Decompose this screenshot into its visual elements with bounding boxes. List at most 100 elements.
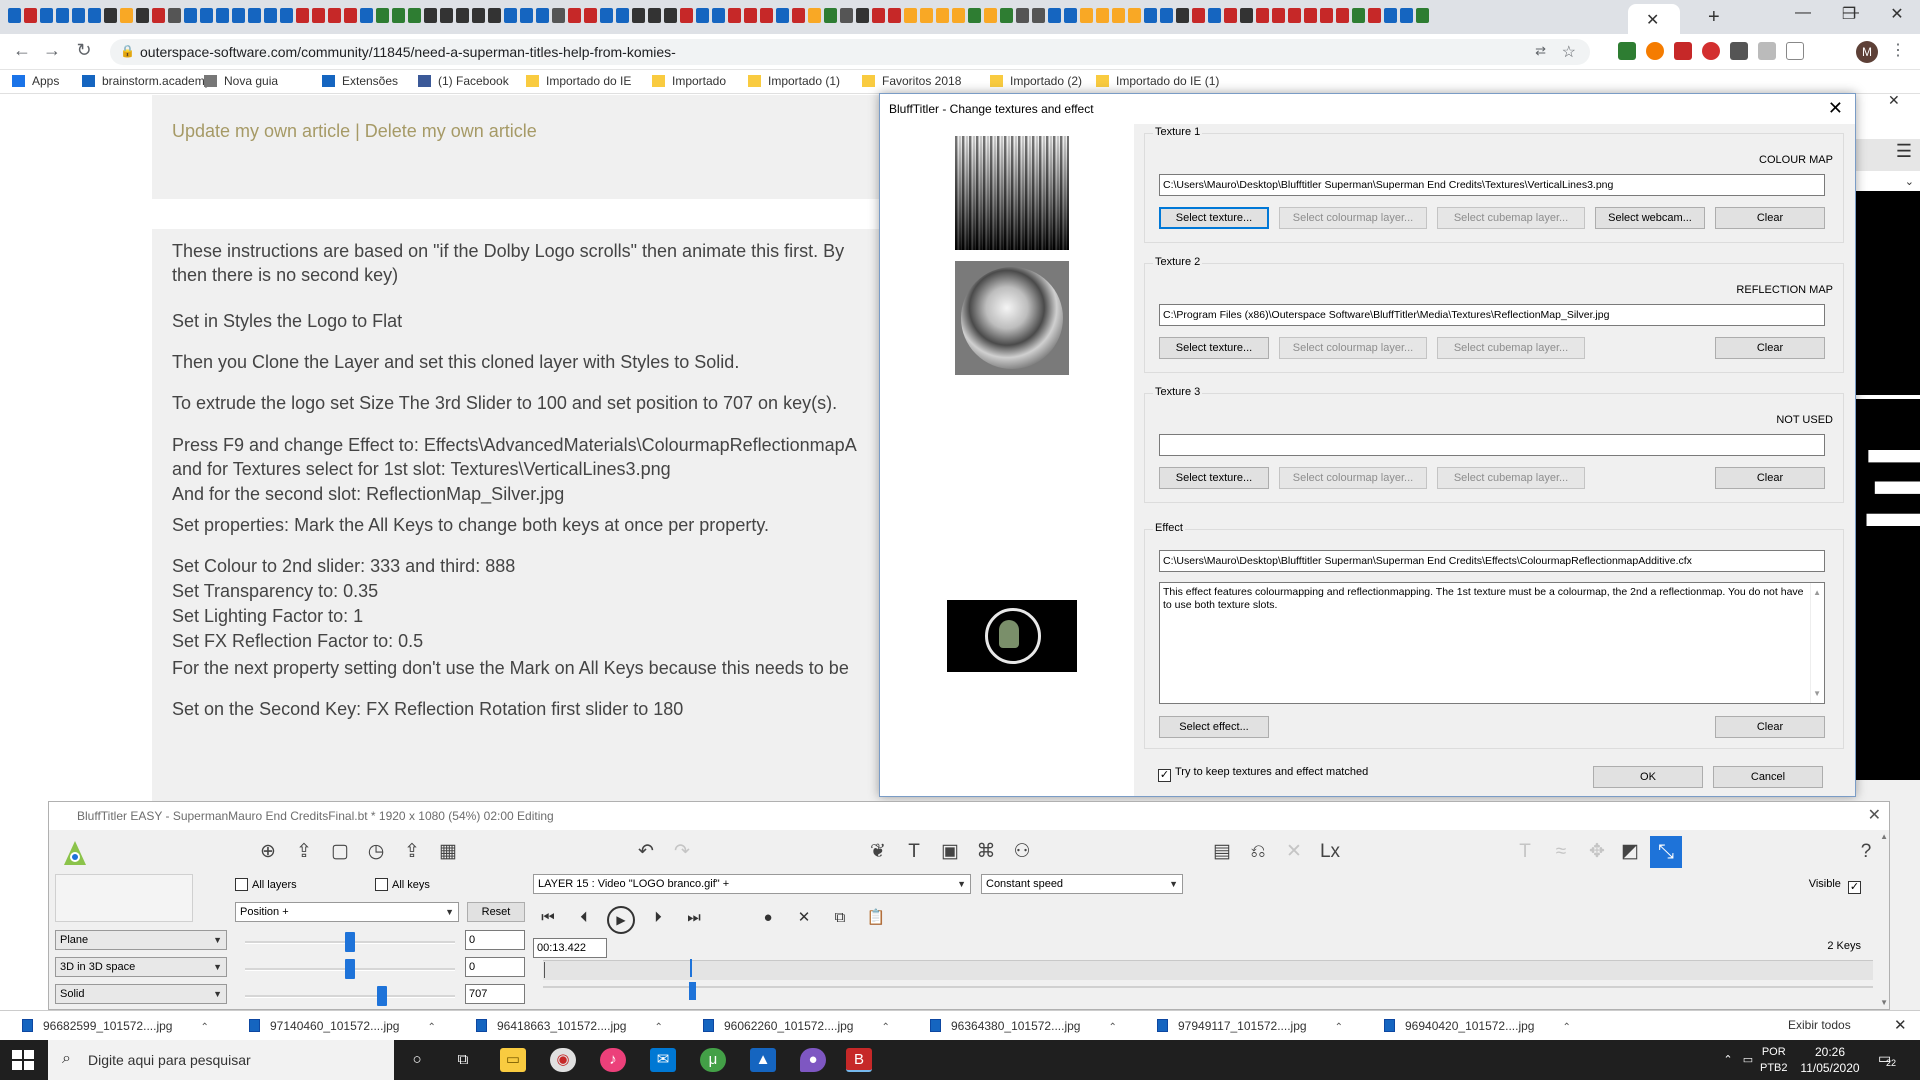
open-file-icon[interactable]: ⇪ <box>291 840 317 864</box>
pinned-tab-favicon-icon[interactable] <box>152 8 165 23</box>
tray-chevron-icon[interactable]: ⌃ <box>1718 1048 1738 1072</box>
blufftitler-close-button[interactable]: ✕ <box>1868 805 1881 825</box>
pinned-tab-favicon-icon[interactable] <box>376 8 389 23</box>
texture2-path-field[interactable]: C:\Program Files (x86)\Outerspace Softwa… <box>1159 304 1825 326</box>
pinned-tab-favicon-icon[interactable] <box>1032 8 1045 23</box>
pinned-tab-favicon-icon[interactable] <box>840 8 853 23</box>
torrent-icon[interactable]: μ <box>700 1048 726 1072</box>
move-dim-icon[interactable]: ✥ <box>1584 840 1610 864</box>
cortana-icon[interactable]: ○ <box>404 1048 430 1072</box>
bookmark-item[interactable]: Extensões <box>322 74 398 88</box>
extension-circle-icon[interactable] <box>1646 42 1664 60</box>
bookmark-item[interactable]: Apps <box>12 74 59 88</box>
pinned-tab-favicon-icon[interactable] <box>808 8 821 23</box>
pinned-tab-favicon-icon[interactable] <box>632 8 645 23</box>
speed-select[interactable]: Constant speed ▼ <box>981 874 1183 894</box>
pinned-tab-favicon-icon[interactable] <box>1240 8 1253 23</box>
paint-drop-icon[interactable]: ● <box>800 1048 826 1072</box>
texture1-select-cubemap-button[interactable]: Select cubemap layer... <box>1437 207 1585 229</box>
pinned-tab-favicon-icon[interactable] <box>488 8 501 23</box>
pinned-tab-favicon-icon[interactable] <box>232 8 245 23</box>
bookmark-item[interactable]: Importado <box>652 74 726 88</box>
delete-key-icon[interactable]: ✕ <box>791 906 817 930</box>
pinned-tab-favicon-icon[interactable] <box>760 8 773 23</box>
texture2-clear-button[interactable]: Clear <box>1715 337 1825 359</box>
paste-key-icon[interactable]: 📋 <box>863 906 889 930</box>
image-icon[interactable]: ▣ <box>937 840 963 864</box>
pinned-tab-favicon-icon[interactable] <box>1192 8 1205 23</box>
skip-to-end-icon[interactable]: ⏭ <box>681 906 707 930</box>
restore-button[interactable]: ❐ <box>1826 4 1872 24</box>
pinned-tab-favicon-icon[interactable] <box>88 8 101 23</box>
pinned-tab-favicon-icon[interactable] <box>472 8 485 23</box>
texture3-select-colourmap-button[interactable]: Select colourmap layer... <box>1279 467 1427 489</box>
pinned-tab-favicon-icon[interactable] <box>72 8 85 23</box>
texture3-select-cubemap-button[interactable]: Select cubemap layer... <box>1437 467 1585 489</box>
pinned-tab-favicon-icon[interactable] <box>1336 8 1349 23</box>
pinned-tab-favicon-icon[interactable] <box>1288 8 1301 23</box>
system-clock[interactable]: 20:26 11/05/2020 <box>1800 1044 1860 1076</box>
texture2-select-cubemap-button[interactable]: Select cubemap layer... <box>1437 337 1585 359</box>
pinned-tab-favicon-icon[interactable] <box>168 8 181 23</box>
formula-icon[interactable]: Lx <box>1317 840 1343 864</box>
dialog-close-button[interactable]: ✕ <box>1828 98 1843 119</box>
forward-button[interactable]: → <box>40 40 64 61</box>
path-icon[interactable]: ⌘ <box>973 840 999 864</box>
effect-description[interactable]: This effect features colourmapping and r… <box>1159 582 1825 704</box>
skip-to-start-icon[interactable]: ⏮ <box>535 906 561 930</box>
add-layer-icon[interactable]: ⊕ <box>255 840 281 864</box>
download-item[interactable]: 96682599_101572....jpg ⌃ <box>22 1019 209 1033</box>
pinned-tab-favicon-icon[interactable] <box>728 8 741 23</box>
pinned-tab-favicon-icon[interactable] <box>1080 8 1093 23</box>
pinned-tab-favicon-icon[interactable] <box>312 8 325 23</box>
pinned-tab-favicon-icon[interactable] <box>408 8 421 23</box>
pinned-tab-favicon-icon[interactable] <box>1320 8 1333 23</box>
pinned-tab-favicon-icon[interactable] <box>392 8 405 23</box>
download-item[interactable]: 96364380_101572....jpg ⌃ <box>930 1019 1117 1033</box>
chrome-icon[interactable]: ◉ <box>550 1048 576 1072</box>
pinned-tab-favicon-icon[interactable] <box>328 8 341 23</box>
blufftitler-taskbar-icon[interactable]: B <box>846 1048 872 1072</box>
pinned-tab-favicon-icon[interactable] <box>504 8 517 23</box>
menu-kebab-icon[interactable]: ⋮ <box>1890 40 1906 60</box>
texture2-select-texture-button[interactable]: Select texture... <box>1159 337 1269 359</box>
pinned-tab-favicon-icon[interactable] <box>360 8 373 23</box>
keep-matched-checkbox[interactable]: ✓ Try to keep textures and effect matched <box>1158 766 1368 782</box>
link-icon[interactable]: ⎌ <box>1245 840 1271 864</box>
bookmark-item[interactable]: (1) Facebook <box>418 74 509 88</box>
shapes-icon[interactable]: ⚇ <box>1009 840 1035 864</box>
value-2-input[interactable]: 0 <box>465 957 525 977</box>
pinned-tab-favicon-icon[interactable] <box>984 8 997 23</box>
play-button[interactable]: ▶ <box>607 906 635 934</box>
network-icon[interactable]: ▭ <box>1738 1048 1758 1072</box>
pinned-tab-favicon-icon[interactable] <box>136 8 149 23</box>
windows-start-icon[interactable] <box>12 1050 34 1070</box>
taskbar-search[interactable]: ⌕ Digite aqui para pesquisar <box>48 1040 394 1080</box>
pinned-tab-favicon-icon[interactable] <box>1176 8 1189 23</box>
pinned-tab-favicon-icon[interactable] <box>184 8 197 23</box>
checkbox-unchecked-icon[interactable] <box>375 878 388 891</box>
pinned-tab-favicon-icon[interactable] <box>440 8 453 23</box>
next-frame-icon[interactable]: ⏵ <box>645 906 671 930</box>
outlook-icon[interactable]: ✉ <box>650 1048 676 1072</box>
pinned-tab-favicon-icon[interactable] <box>1224 8 1237 23</box>
extension-pdf-icon[interactable] <box>1674 42 1692 60</box>
frame-icon[interactable]: ▢ <box>327 840 353 864</box>
new-tab-button[interactable]: + <box>1708 6 1720 29</box>
layer-select[interactable]: LAYER 15 : Video "LOGO branco.gif" + ▼ <box>533 874 971 894</box>
time-input[interactable]: 00:13.422 <box>533 938 607 958</box>
pinned-tab-favicon-icon[interactable] <box>40 8 53 23</box>
pinned-tab-favicon-icon[interactable] <box>552 8 565 23</box>
pinned-tab-favicon-icon[interactable] <box>1256 8 1269 23</box>
hamburger-menu-icon[interactable]: ☰ <box>1896 141 1912 162</box>
pinned-tab-favicon-icon[interactable] <box>424 8 437 23</box>
bookmark-item[interactable]: Nova guia <box>204 74 278 88</box>
checkbox-checked-icon[interactable]: ✓ <box>1158 769 1171 782</box>
pinned-tab-favicon-icon[interactable] <box>904 8 917 23</box>
pinned-tab-favicon-icon[interactable] <box>712 8 725 23</box>
value-1-input[interactable]: 0 <box>465 930 525 950</box>
download-item[interactable]: 97140460_101572....jpg ⌃ <box>249 1019 436 1033</box>
pinned-tab-favicon-icon[interactable] <box>952 8 965 23</box>
pinned-tab-favicon-icon[interactable] <box>696 8 709 23</box>
pinned-tab-favicon-icon[interactable] <box>680 8 693 23</box>
